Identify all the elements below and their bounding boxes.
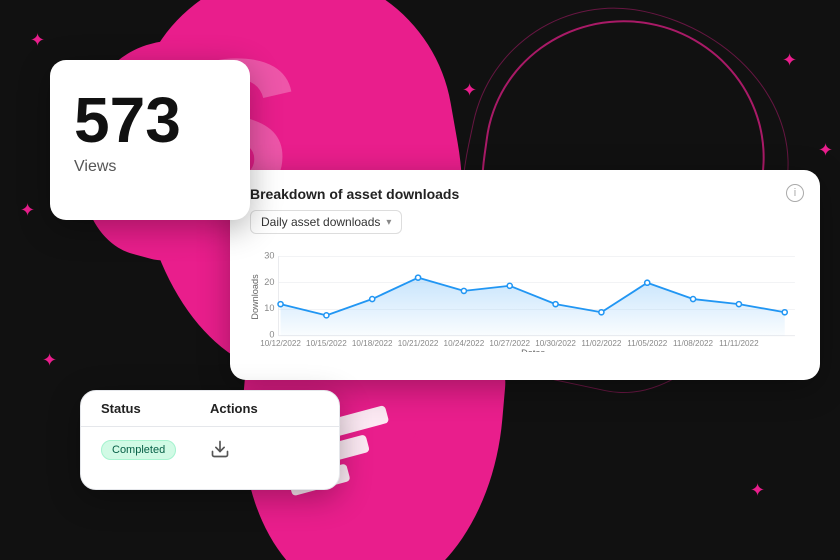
chart-area: Downloads 30 20 10 0 — [250, 242, 800, 352]
sparkle-icon: ✦ — [782, 50, 797, 71]
sparkle-icon: ✦ — [42, 350, 57, 371]
data-point — [416, 275, 421, 280]
status-badge: Completed — [101, 440, 176, 460]
svg-text:30: 30 — [264, 250, 274, 260]
download-action-cell[interactable] — [210, 439, 319, 459]
data-point — [691, 296, 696, 301]
status-card-header: Status Actions — [81, 391, 339, 427]
views-card: 573 Views — [50, 60, 250, 220]
svg-text:11/11/2022: 11/11/2022 — [719, 339, 759, 348]
data-point — [507, 283, 512, 288]
dropdown-label: Daily asset downloads — [261, 215, 380, 229]
data-point — [599, 310, 604, 315]
chart-title: Breakdown of asset downloads — [250, 186, 800, 202]
svg-text:20: 20 — [264, 277, 274, 287]
chart-area-fill — [281, 278, 785, 336]
svg-text:10/15/2022: 10/15/2022 — [306, 339, 347, 348]
data-point — [324, 313, 329, 318]
status-column-header: Status — [101, 401, 210, 416]
svg-text:10/30/2022: 10/30/2022 — [535, 339, 576, 348]
sparkle-icon: ✦ — [462, 80, 477, 101]
sparkle-icon: ✦ — [20, 200, 35, 221]
svg-text:10/12/2022: 10/12/2022 — [260, 339, 301, 348]
views-label: Views — [74, 158, 226, 176]
data-point — [645, 280, 650, 285]
data-point — [278, 302, 283, 307]
chart-dropdown[interactable]: Daily asset downloads ▾ — [250, 210, 402, 234]
sparkle-icon: ✦ — [408, 430, 423, 451]
actions-column-header: Actions — [210, 401, 319, 416]
svg-text:11/08/2022: 11/08/2022 — [673, 339, 714, 348]
status-actions-card: Status Actions Completed — [80, 390, 340, 490]
sparkle-icon: ✦ — [750, 480, 765, 501]
chevron-down-icon: ▾ — [386, 217, 391, 228]
info-icon[interactable]: i — [786, 184, 804, 202]
data-point — [553, 302, 558, 307]
data-point — [370, 296, 375, 301]
svg-text:10/18/2022: 10/18/2022 — [352, 339, 393, 348]
chart-svg: Downloads 30 20 10 0 — [250, 242, 800, 352]
data-point — [782, 310, 787, 315]
data-point — [461, 288, 466, 293]
svg-text:10: 10 — [264, 303, 274, 313]
views-number: 573 — [74, 88, 226, 152]
download-icon — [210, 439, 230, 459]
sparkle-icon: ✦ — [818, 140, 833, 161]
sparkle-icon: ✦ — [30, 30, 45, 51]
chart-card: Breakdown of asset downloads i Daily ass… — [230, 170, 820, 380]
status-card-body: Completed — [81, 427, 339, 471]
svg-text:11/05/2022: 11/05/2022 — [627, 339, 668, 348]
svg-text:11/02/2022: 11/02/2022 — [581, 339, 622, 348]
y-axis-label: Downloads — [250, 274, 260, 320]
x-axis-label: Dates — [521, 348, 545, 352]
svg-text:10/24/2022: 10/24/2022 — [444, 339, 485, 348]
svg-text:10/21/2022: 10/21/2022 — [398, 339, 439, 348]
svg-text:10/27/2022: 10/27/2022 — [489, 339, 530, 348]
data-point — [736, 302, 741, 307]
status-value-cell: Completed — [101, 440, 210, 458]
